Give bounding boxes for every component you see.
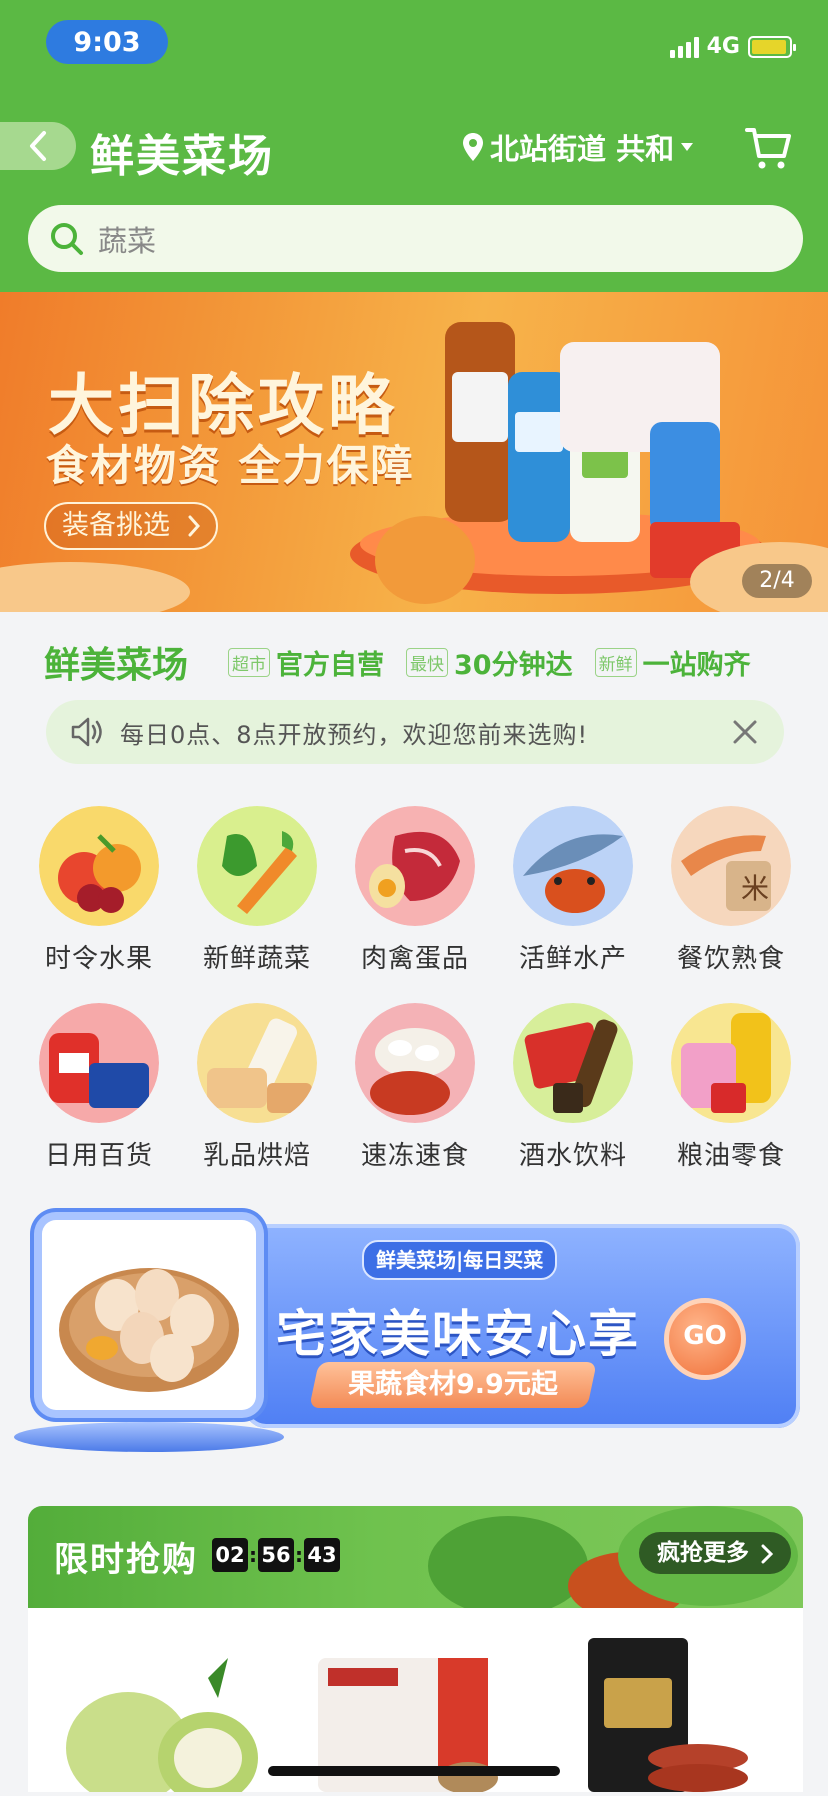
chevron-right-icon	[188, 515, 201, 537]
feature-tag: 最快	[406, 647, 449, 677]
category-label: 活鲜水产	[518, 944, 627, 974]
deli-icon: 米	[671, 806, 791, 926]
daily-grocery-promo[interactable]: 鲜美菜场|每日买菜 宅家美味安心享 果蔬食材9.9元起 GO	[14, 1210, 814, 1458]
banner-cta-button[interactable]: 装备挑选	[44, 502, 218, 550]
home-indicator	[268, 1766, 560, 1776]
category-label: 新鲜蔬菜	[202, 944, 311, 974]
search-icon	[51, 222, 83, 255]
daily-goods-icon	[39, 1003, 159, 1123]
drinks-icon	[513, 1003, 633, 1123]
category-label: 酒水饮料	[518, 1141, 627, 1171]
eggs-icon	[59, 1268, 239, 1392]
status-time: 9:03	[46, 20, 168, 64]
signal-icon	[669, 36, 699, 58]
feature-tag: 超市	[228, 647, 271, 677]
category-drinks[interactable]: 酒水饮料	[494, 1003, 652, 1172]
category-label: 时令水果	[44, 944, 153, 974]
dairy-icon	[197, 1003, 317, 1123]
promo-cta-label: 果蔬食材9.9元起	[348, 1369, 558, 1400]
more-deals-button[interactable]: 疯抢更多	[638, 1532, 791, 1574]
banner-cta-label: 装备挑选	[62, 510, 170, 541]
banner-subtitle: 食材物资 全力保障	[46, 441, 415, 490]
timer-seconds: 43	[304, 1538, 340, 1572]
feature-item: 最快 30分钟达	[406, 643, 573, 682]
vegetable-icon	[197, 806, 317, 926]
product-card[interactable]	[568, 1638, 788, 1792]
category-seafood[interactable]: 活鲜水产	[494, 806, 652, 975]
promo-banner-carousel[interactable]: 大扫除攻略 食材物资 全力保障 装备挑选 2/4	[0, 292, 828, 612]
notice-text: 每日0点、8点开放预约，欢迎您前来选购!	[120, 720, 589, 749]
apple-image	[66, 1658, 258, 1796]
sausage-pack-image	[588, 1638, 748, 1792]
caret-down-icon	[681, 143, 694, 151]
egg-image	[42, 1220, 256, 1410]
more-deals-label: 疯抢更多	[656, 1540, 749, 1566]
back-button[interactable]	[0, 122, 76, 170]
flash-sale-products	[28, 1608, 803, 1796]
location-selector[interactable]: 北站街道 共和	[462, 126, 694, 168]
category-vegetables[interactable]: 新鲜蔬菜	[178, 806, 336, 975]
category-grid: 时令水果 新鲜蔬菜 肉禽蛋品 活鲜水产 米 餐饮熟食 日用百货 乳品烘焙 速冻速…	[20, 806, 810, 1172]
meat-icon	[355, 806, 475, 926]
category-label: 日用百货	[44, 1141, 153, 1171]
feature-text: 一站购齐	[642, 649, 751, 681]
category-dairy-bakery[interactable]: 乳品烘焙	[178, 1003, 336, 1172]
seafood-icon	[513, 806, 633, 926]
feature-item: 超市 官方自营	[228, 643, 384, 682]
timer-hours: 02	[212, 1538, 248, 1572]
notice-bar: 每日0点、8点开放预约，欢迎您前来选购!	[46, 700, 784, 764]
timer-separator: :	[249, 1543, 257, 1567]
network-label: 4G	[706, 34, 740, 59]
feature-tag: 新鲜	[594, 647, 637, 677]
status-right: 4G	[669, 34, 796, 59]
close-icon[interactable]	[730, 717, 760, 747]
feature-text: 30分钟达	[454, 649, 573, 681]
grain-oil-icon	[671, 1003, 791, 1123]
category-label: 乳品烘焙	[202, 1141, 311, 1171]
countdown-timer: 02 : 56 : 43	[212, 1538, 340, 1572]
chevron-right-icon	[761, 1544, 774, 1563]
product-card[interactable]	[58, 1638, 278, 1796]
category-label: 餐饮熟食	[676, 944, 785, 974]
promo-tag: 鲜美菜场|每日买菜	[362, 1240, 558, 1280]
svg-text:米: 米	[741, 872, 769, 905]
fruit-icon	[39, 806, 159, 926]
search-placeholder: 蔬菜	[98, 223, 157, 258]
feature-item: 新鲜 一站购齐	[594, 643, 751, 682]
speaker-icon	[71, 717, 102, 747]
category-deli[interactable]: 米 餐饮熟食	[652, 806, 810, 975]
category-label: 速冻速食	[360, 1141, 469, 1171]
cart-icon[interactable]	[744, 122, 794, 172]
search-input[interactable]: 蔬菜	[28, 205, 803, 272]
category-grain-snacks[interactable]: 粮油零食	[652, 1003, 810, 1172]
category-fruit[interactable]: 时令水果	[20, 806, 178, 975]
frozen-food-icon	[355, 1003, 475, 1123]
category-label: 粮油零食	[676, 1141, 785, 1171]
category-daily-goods[interactable]: 日用百货	[20, 1003, 178, 1172]
promo-cta-button[interactable]: 果蔬食材9.9元起	[309, 1362, 597, 1408]
category-frozen[interactable]: 速冻速食	[336, 1003, 494, 1172]
brand-name: 鲜美菜场	[44, 645, 189, 686]
category-meat-eggs[interactable]: 肉禽蛋品	[336, 806, 494, 975]
flash-sale-title: 限时抢购	[54, 1540, 198, 1580]
location-pin-icon	[463, 133, 483, 161]
brand-row: 鲜美菜场 超市 官方自营 最快 30分钟达 新鲜 一站购齐	[44, 636, 773, 688]
timer-minutes: 56	[258, 1538, 294, 1572]
promo-title: 宅家美味安心享	[276, 1305, 640, 1363]
feature-text: 官方自营	[276, 649, 385, 681]
app-title: 鲜美菜场	[90, 131, 274, 182]
go-button[interactable]: GO	[664, 1298, 746, 1380]
battery-icon	[748, 35, 796, 58]
banner-page-indicator: 2/4	[742, 564, 812, 598]
location-label: 北站街道 共和	[490, 132, 675, 166]
timer-separator: :	[295, 1543, 303, 1567]
chevron-left-icon	[30, 131, 46, 161]
category-label: 肉禽蛋品	[360, 944, 469, 974]
promo-stand	[14, 1422, 284, 1452]
flash-sale-header: 限时抢购 02 : 56 : 43 疯抢更多	[28, 1506, 803, 1608]
